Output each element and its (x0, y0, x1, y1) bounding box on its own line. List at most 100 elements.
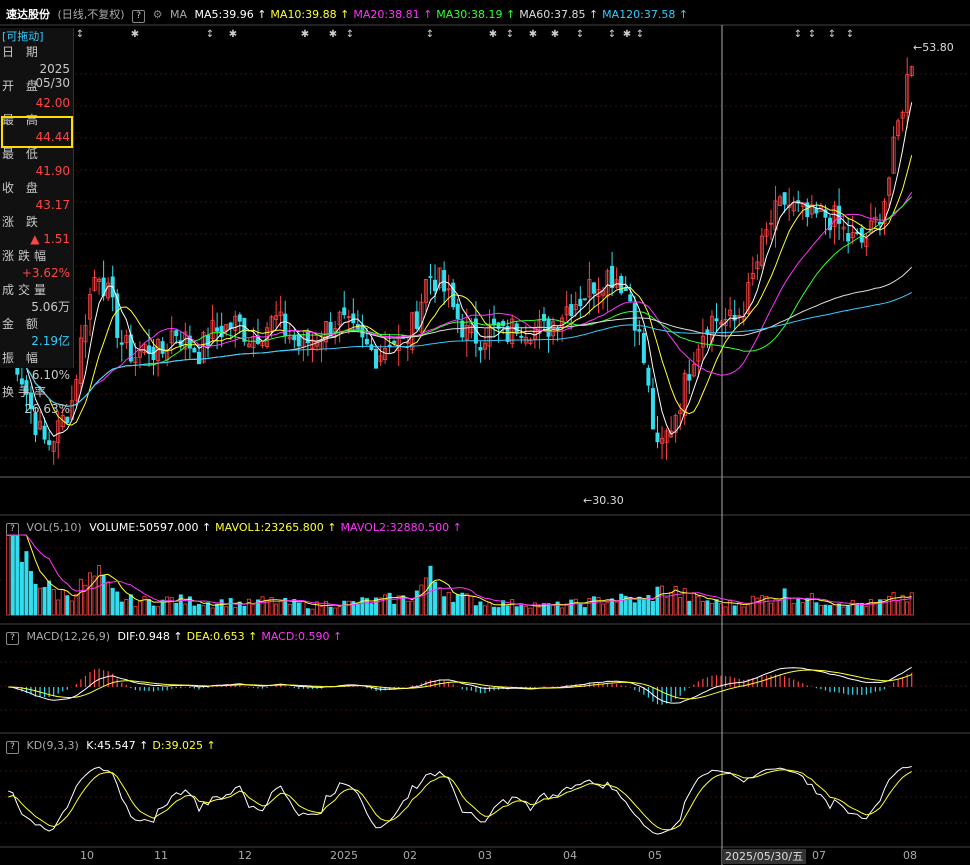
volume-bar (115, 591, 120, 616)
volume-bar (578, 603, 583, 616)
x-axis-label: 10 (80, 849, 94, 862)
volume-bar (514, 606, 519, 616)
volume-bar (455, 594, 460, 616)
macd-help-button[interactable]: ? (6, 632, 19, 645)
volume-bar (310, 608, 315, 616)
volume-bar (355, 603, 360, 616)
ma-label: MA (169, 8, 187, 21)
volume-bar (900, 594, 905, 616)
volume-bar (732, 605, 737, 616)
candle-body (460, 320, 465, 338)
volume-bar (69, 600, 74, 616)
macd-dif-line (8, 666, 912, 704)
macd-legend-item: MACD:0.590 ↑ (261, 630, 343, 643)
volume-bar (855, 602, 860, 616)
event-marker: ↕ (346, 29, 354, 40)
kd-help-button[interactable]: ? (6, 741, 19, 754)
volume-bar (587, 597, 592, 616)
volume-bar (192, 605, 197, 616)
vol-label[interactable]: VOL(5,10) (27, 521, 82, 534)
volume-bar (328, 606, 333, 616)
volume-bar (410, 600, 415, 616)
candle-body (846, 233, 851, 242)
event-marker: ✱ (529, 29, 537, 40)
volume-bar (387, 592, 392, 616)
volume-bar (215, 603, 220, 616)
volume-bar (446, 592, 451, 616)
info-value: 42.00 (35, 96, 70, 110)
volume-bar (442, 596, 447, 616)
volume-bar (147, 599, 152, 616)
main-header: 速达股份 (日线,不复权) ? ⚙ MA MA5:39.96 ↑ MA10:39.… (0, 6, 970, 24)
volume-bar (537, 606, 542, 616)
event-marker: ↕ (828, 29, 836, 40)
candle-body (569, 304, 574, 317)
volume-bar (809, 593, 814, 616)
candle-body (42, 425, 47, 440)
volume-bar (33, 583, 38, 616)
volume-bar (664, 597, 669, 616)
ma-legend-item: MA5:39.96 ↑ (194, 8, 267, 21)
volume-bar (296, 602, 301, 616)
volume-bar (473, 605, 478, 616)
vol-legend-item: MAVOL2:32880.500 ↑ (340, 521, 462, 534)
macd-legend-item: DIF:0.948 ↑ (117, 630, 183, 643)
candle-body (369, 344, 374, 351)
candle-body (215, 327, 220, 332)
macd-legend: DIF:0.948 ↑ DEA:0.653 ↑ MACD:0.590 ↑ (118, 630, 347, 643)
candle-body (433, 279, 438, 292)
volume-bar (864, 605, 869, 616)
volume-bar (841, 606, 846, 616)
volume-bar (333, 607, 338, 616)
info-value: 2.19亿 (31, 334, 70, 348)
info-label: 收 盘 (2, 181, 42, 195)
volume-bar (482, 605, 487, 616)
candle-body (782, 192, 787, 205)
ma-legend: MA5:39.96 ↑ MA10:39.88 ↑ MA20:38.81 ↑ MA30:… (194, 8, 692, 21)
volume-bar (151, 605, 156, 616)
volume-bar (451, 601, 456, 616)
vol-help-button[interactable]: ? (6, 523, 19, 536)
candle-body (641, 333, 646, 364)
candle-body (342, 307, 347, 316)
draggable-label[interactable]: [可拖动] (2, 28, 70, 45)
volume-bar (405, 600, 410, 616)
candle-body (160, 341, 165, 354)
vol-header: ? VOL(5,10) VOLUME:50597.000 ↑ MAVOL1:232… (0, 519, 970, 537)
volume-bar (741, 606, 746, 616)
candle-body (47, 440, 52, 445)
candle-body (687, 374, 692, 381)
period-label[interactable]: (日线,不复权) (58, 8, 125, 21)
kd-legend-item: K:45.547 ↑ (86, 739, 149, 752)
volume-bar (591, 596, 596, 616)
settings-icon[interactable]: ⚙ (153, 8, 163, 21)
event-marker: ↕ (794, 29, 802, 40)
volume-bar (369, 603, 374, 616)
mavol-line (8, 534, 912, 607)
kd-label[interactable]: KD(9,3,3) (27, 739, 79, 752)
event-marker: ✱ (229, 29, 237, 40)
event-marker: ✱ (489, 29, 497, 40)
vol-legend-item: VOLUME:50597.000 ↑ (89, 521, 212, 534)
macd-dea-line (8, 669, 912, 700)
info-label: 成交量 (2, 283, 51, 297)
stock-name[interactable]: 速达股份 (6, 8, 50, 21)
kline-chart[interactable]: ↕ ✱ ↕ ✱ ✱ ✱ ↕ ↕ ✱ ↕ ✱ ✱ ↕ ↕ ✱ ↕ ↕ ↕ ↕ ↕ (0, 0, 970, 865)
candle-body (428, 276, 433, 278)
info-panel[interactable]: [可拖动] 日 期 2025 05/30 开 盘 42.00 最 高 44.44 最 低 41.… (0, 28, 74, 416)
candle-body (196, 351, 201, 365)
volume-bar (346, 600, 351, 616)
help-button[interactable]: ? (132, 10, 146, 23)
volume-bar (137, 601, 142, 616)
ma-legend-item: MA20:38.81 ↑ (353, 8, 433, 21)
volume-bar (414, 590, 419, 616)
volume-bar (251, 603, 256, 616)
event-marker: ✱ (131, 29, 139, 40)
volume-bar (714, 599, 719, 616)
volume-bar (523, 605, 528, 616)
info-value: 5.06万 (31, 300, 70, 314)
volume-bar (242, 605, 247, 616)
low-price-value: 30.30 (592, 494, 624, 507)
x-axis-label: 04 (563, 849, 577, 862)
macd-label[interactable]: MACD(12,26,9) (27, 630, 111, 643)
